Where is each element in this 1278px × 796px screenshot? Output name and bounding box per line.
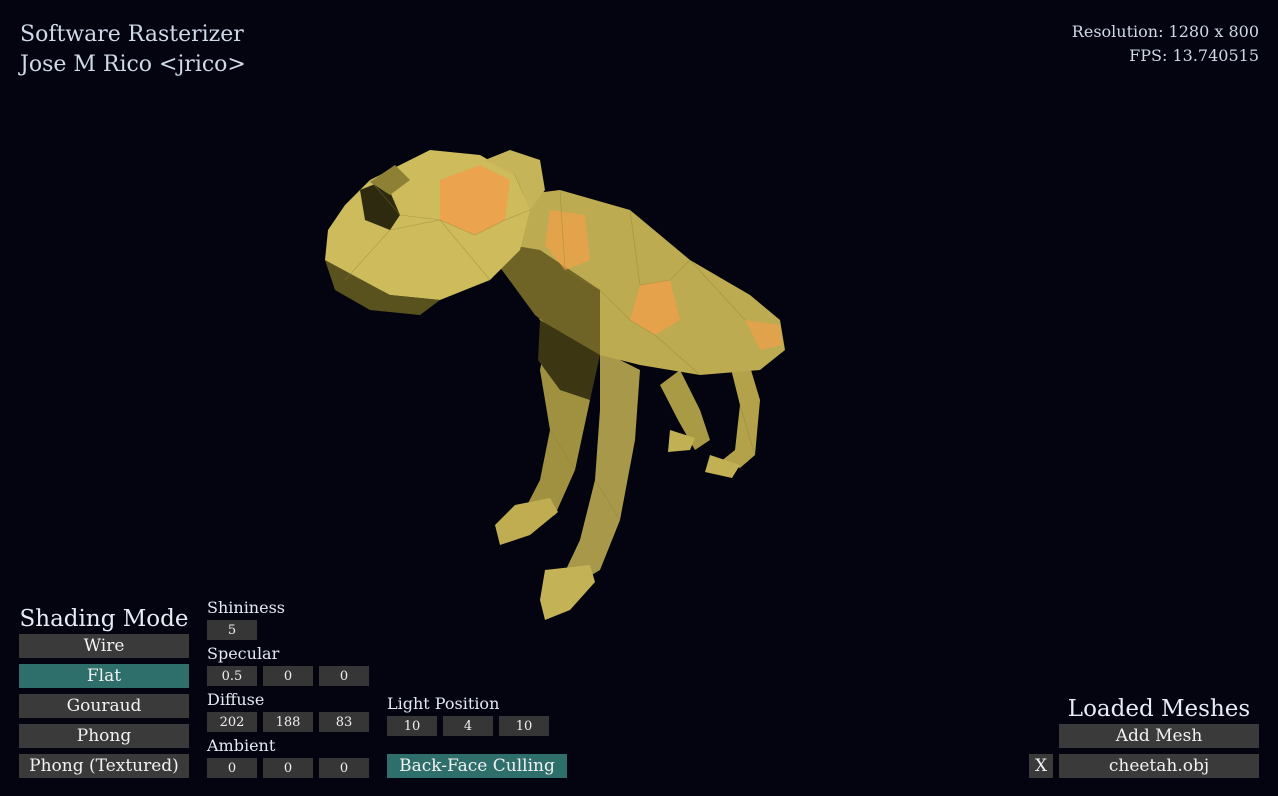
- app-title: Software Rasterizer: [20, 22, 244, 47]
- light-x-input[interactable]: 10: [387, 716, 437, 736]
- shininess-label: Shininess: [207, 598, 285, 617]
- specular-label: Specular: [207, 644, 280, 663]
- diffuse-g-input[interactable]: 188: [263, 712, 313, 732]
- diffuse-r-input[interactable]: 202: [207, 712, 257, 732]
- shading-wire-button[interactable]: Wire: [19, 634, 189, 658]
- specular-g-input[interactable]: 0: [263, 666, 313, 686]
- stats-block: Resolution: 1280 x 800 FPS: 13.740515: [1072, 20, 1259, 68]
- ambient-g-input[interactable]: 0: [263, 758, 313, 778]
- mesh-list-item[interactable]: cheetah.obj: [1059, 754, 1259, 778]
- light-z-input[interactable]: 10: [499, 716, 549, 736]
- ambient-b-input[interactable]: 0: [319, 758, 369, 778]
- title-block: Software Rasterizer Jose M Rico <jrico>: [20, 20, 246, 80]
- specular-r-input[interactable]: 0.5: [207, 666, 257, 686]
- fps-readout: FPS: 13.740515: [1129, 46, 1259, 65]
- resolution-readout: Resolution: 1280 x 800: [1071, 22, 1259, 41]
- back-face-culling-toggle[interactable]: Back-Face Culling: [387, 754, 567, 778]
- add-mesh-button[interactable]: Add Mesh: [1059, 724, 1259, 748]
- specular-b-input[interactable]: 0: [319, 666, 369, 686]
- ambient-r-input[interactable]: 0: [207, 758, 257, 778]
- diffuse-b-input[interactable]: 83: [319, 712, 369, 732]
- render-viewport[interactable]: [300, 120, 820, 640]
- author-line: Jose M Rico <jrico>: [20, 52, 246, 77]
- remove-mesh-button[interactable]: X: [1029, 754, 1053, 778]
- ambient-label: Ambient: [207, 736, 276, 755]
- shading-flat-button[interactable]: Flat: [19, 664, 189, 688]
- light-position-label: Light Position: [387, 694, 500, 713]
- shading-mode-title: Shading Mode: [19, 606, 189, 632]
- diffuse-label: Diffuse: [207, 690, 265, 709]
- cheetah-mesh: [325, 150, 785, 620]
- light-y-input[interactable]: 4: [443, 716, 493, 736]
- shading-gouraud-button[interactable]: Gouraud: [19, 694, 189, 718]
- shading-phong-button[interactable]: Phong: [19, 724, 189, 748]
- shininess-input[interactable]: 5: [207, 620, 257, 640]
- loaded-meshes-title: Loaded Meshes: [1067, 696, 1251, 722]
- shading-phong-textured-button[interactable]: Phong (Textured): [19, 754, 189, 778]
